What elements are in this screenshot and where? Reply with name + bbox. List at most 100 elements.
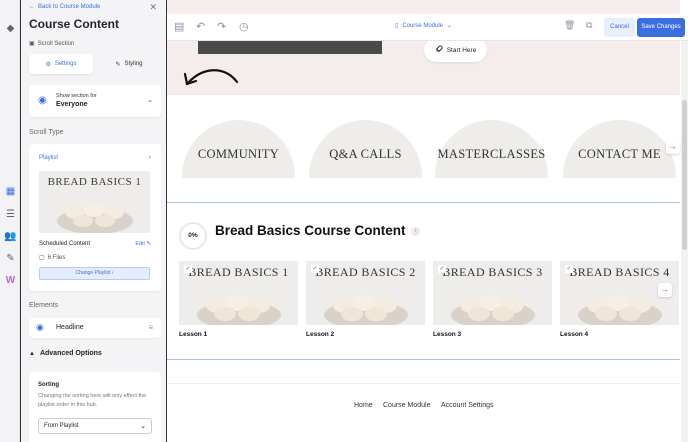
trash-icon[interactable]: 🗑 — [564, 20, 575, 31]
nav-arch-label: Q&A CALLS — [329, 146, 402, 161]
nav-arch-community[interactable]: COMMUNITY — [182, 120, 295, 178]
redo-icon[interactable]: ↷ — [217, 20, 226, 33]
lesson-card[interactable]: BREAD BASICS 1 ✓ Lesson 1 — [179, 261, 298, 338]
files-count-label: 6 Files — [47, 254, 66, 261]
gear-icon: ⚙ — [45, 61, 51, 68]
course-title: Bread Basics Course Content — [215, 223, 406, 238]
lesson-thumbnail: BREAD BASICS 1 ✓ — [179, 261, 298, 325]
bread-image — [324, 295, 408, 325]
nav-arch-qa-calls[interactable]: Q&A CALLS — [309, 120, 422, 178]
element-headline-label: Headline — [56, 324, 84, 331]
caret-up-icon: ▲ — [29, 350, 35, 357]
files-icon: ▢ — [39, 255, 45, 261]
lesson-label: Lesson 1 — [179, 331, 208, 338]
back-link-label: Back to Course Module — [38, 4, 101, 10]
lesson-label: Lesson 3 — [433, 331, 462, 338]
layout-icon[interactable]: ▤ — [174, 20, 184, 33]
visibility-value: Everyone — [56, 101, 88, 108]
document-icon: ▯ — [395, 23, 399, 29]
lesson-thumbnail: BREAD BASICS 3 ✓ — [433, 261, 552, 325]
nav-arch-masterclasses[interactable]: MASTERCLASSES — [435, 120, 548, 178]
editor-toolbar: ▤ ↶ ↷ ◷ ▯ Course Module ⌄ 🗑 ⧉ Cancel Sav… — [167, 14, 688, 41]
panel-title: Course Content — [29, 17, 119, 31]
chevron-down-icon: ⌄ — [140, 423, 146, 430]
canvas-scrollbar[interactable] — [681, 40, 688, 442]
element-headline[interactable]: ◉ Headline ≡ — [29, 318, 161, 338]
edit-label: Edit — [135, 241, 145, 247]
brush-icon[interactable]: ✎ — [4, 252, 17, 265]
back-link[interactable]: ← Back to Course Module — [29, 4, 100, 10]
tab-settings[interactable]: ⚙ Settings — [29, 54, 93, 74]
close-icon[interactable]: ✕ — [149, 2, 157, 13]
tab-styling[interactable]: ✎ Styling — [97, 54, 161, 74]
start-here-button[interactable]: Start Here — [424, 38, 487, 62]
settings-panel: ← Back to Course Module ✕ Course Content… — [20, 0, 167, 442]
start-here-label: Start Here — [446, 46, 477, 54]
footer-link-home[interactable]: Home — [354, 402, 373, 409]
eye-icon: ◉ — [38, 95, 47, 106]
change-playlist-label: Change Playlist — [75, 270, 111, 276]
lesson-thumbnail: BREAD BASICS 2 ✓ — [306, 261, 425, 325]
visibility-dropdown[interactable]: ◉ Show section for Everyone ⌄ — [29, 85, 161, 117]
footer-link-account-settings[interactable]: Account Settings — [441, 402, 494, 409]
chevron-right-icon[interactable]: › — [149, 154, 151, 161]
scroll-section-label: ▣ Scroll Section — [29, 40, 75, 48]
app-root: Start Here COMMUNITY Q&A CALLS MASTERCLA… — [0, 0, 688, 442]
module-selector[interactable]: ▯ Course Module ⌄ — [395, 22, 452, 30]
external-link-icon[interactable]: ⧉ — [586, 20, 592, 31]
lesson-card[interactable]: BREAD BASICS 2 ✓ Lesson 2 — [306, 261, 425, 338]
nav-arch-contact-me[interactable]: CONTACT ME — [563, 120, 676, 178]
edit-link[interactable]: Edit ✎ — [135, 241, 151, 247]
nav-arch-label: MASTERCLASSES — [437, 146, 546, 161]
scroll-section-text: Scroll Section — [37, 40, 75, 47]
lesson-label: Lesson 2 — [306, 331, 335, 338]
playlist-title[interactable]: Playlist — [39, 155, 58, 161]
sorting-card: Sorting Changing the sorting here will o… — [29, 372, 161, 442]
arrow-right-icon[interactable]: → — [666, 140, 680, 154]
module-selector-label: Course Module — [402, 22, 443, 29]
eye-icon[interactable]: ◉ — [36, 322, 44, 333]
drag-handle-icon[interactable]: ≡ — [148, 323, 153, 332]
section-icon: ▣ — [29, 41, 35, 47]
bread-image — [451, 295, 535, 325]
scroll-type-heading: Scroll Type — [29, 129, 64, 136]
elements-heading: Elements — [29, 302, 59, 309]
advanced-options-toggle[interactable]: ▲ Advanced Options — [29, 350, 102, 357]
logo-icon[interactable]: ◆ — [4, 22, 17, 35]
scheduled-content-label: Scheduled Content — [39, 241, 91, 247]
undo-icon[interactable]: ↶ — [196, 20, 205, 33]
lesson-card[interactable]: BREAD BASICS 3 ✓ Lesson 3 — [433, 261, 552, 338]
arrow-left-icon: ← — [29, 4, 35, 10]
pages-icon[interactable]: ▦ — [4, 185, 17, 198]
save-changes-button[interactable]: Save Changes — [637, 18, 685, 37]
cancel-button[interactable]: Cancel — [604, 18, 635, 37]
scrollbar-thumb[interactable] — [682, 100, 687, 250]
nav-arch-label: CONTACT ME — [578, 146, 661, 161]
sections-icon[interactable]: ☰ — [4, 208, 17, 221]
sorting-select-value: From Playlist — [44, 423, 79, 429]
playlist-thumbnail: BREAD BASICS 1 — [39, 171, 150, 233]
lesson-card[interactable]: BREAD BASICS 4 ✓ Lesson 4 — [560, 261, 679, 338]
chevron-right-icon[interactable]: › — [411, 227, 420, 236]
pencil-icon: ✎ — [146, 241, 151, 247]
tab-styling-label: Styling — [124, 61, 143, 67]
users-icon[interactable]: 👥 — [4, 230, 17, 243]
sorting-select[interactable]: From Playlist ⌄ — [38, 418, 152, 434]
footer-link-course-module[interactable]: Course Module — [383, 402, 430, 409]
history-icon[interactable]: ◷ — [239, 20, 249, 33]
course-content-section: 0% Bread Basics Course Content › BREAD B… — [167, 202, 680, 360]
sorting-description: Changing the sorting here will only effe… — [38, 393, 147, 408]
panel-tabs: ⚙ Settings ✎ Styling — [29, 54, 161, 74]
w-logo-icon[interactable]: W — [4, 274, 17, 287]
progress-circle: 0% — [179, 222, 207, 250]
advanced-options-label: Advanced Options — [39, 350, 102, 357]
app-rail: ◆ ▦ ☰ 👥 ✎ W — [0, 0, 20, 442]
tab-settings-label: Settings — [54, 61, 77, 67]
arrow-right-icon[interactable]: → — [658, 283, 672, 297]
playlist-card: Playlist › BREAD BASICS 1 Scheduled Cont… — [29, 144, 161, 291]
bread-image — [57, 203, 133, 233]
brush-icon: ✎ — [115, 61, 121, 68]
change-playlist-button[interactable]: Change Playlist › — [39, 267, 150, 280]
visibility-label: Show section for — [56, 93, 97, 99]
nav-arch-label: COMMUNITY — [197, 146, 280, 161]
